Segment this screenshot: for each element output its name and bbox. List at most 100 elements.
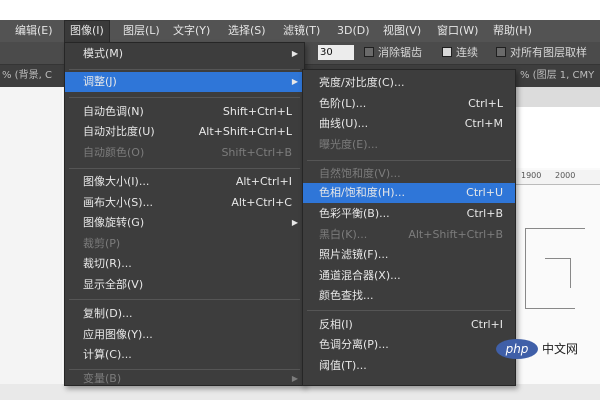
menu-item-label: 通道混合器(X)... bbox=[319, 269, 401, 282]
document-canvas bbox=[515, 168, 600, 400]
menu-item-shortcut: Ctrl+I bbox=[470, 318, 503, 331]
menu-item-auto-contrast[interactable]: 自动对比度(U) Alt+Shift+Ctrl+L bbox=[65, 122, 304, 142]
menu-item-shortcut: Alt+Shift+Ctrl+B bbox=[408, 228, 503, 241]
drawing-line bbox=[570, 258, 571, 288]
menu-3d[interactable]: 3D(D) bbox=[332, 20, 375, 42]
menu-item-label: 曲线(U)... bbox=[319, 117, 369, 130]
drawing-line bbox=[545, 258, 570, 259]
menu-item-apply-image[interactable]: 应用图像(Y)... bbox=[65, 325, 304, 345]
menu-help[interactable]: 帮助(H) bbox=[488, 20, 537, 42]
menu-item-invert[interactable]: 反相(I) Ctrl+I bbox=[303, 315, 515, 335]
menu-separator bbox=[307, 310, 511, 311]
menu-item-curves[interactable]: 曲线(U)... Ctrl+M bbox=[303, 114, 515, 134]
canvas-left-area bbox=[0, 87, 62, 400]
menu-window[interactable]: 窗口(W) bbox=[432, 20, 483, 42]
all-layers-checkbox[interactable] bbox=[496, 47, 506, 57]
menu-item-crop[interactable]: 裁剪(P) bbox=[65, 234, 304, 254]
site-watermark: php 中文网 bbox=[496, 337, 594, 361]
menu-item-shortcut: Alt+Shift+Ctrl+L bbox=[198, 125, 292, 138]
drawing-line bbox=[525, 228, 585, 229]
submenu-arrow-icon: ▶ bbox=[291, 374, 298, 383]
horizontal-ruler: 1900 2000 bbox=[515, 170, 600, 185]
menu-item-label: 曝光度(E)... bbox=[319, 138, 379, 151]
all-layers-label: 对所有图层取样 bbox=[510, 46, 587, 59]
menu-item-brightness-contrast[interactable]: 亮度/对比度(C)... bbox=[303, 73, 515, 93]
menu-separator bbox=[69, 168, 300, 169]
ruler-label: 1900 bbox=[521, 171, 542, 180]
menu-edit[interactable]: 编辑(E) bbox=[10, 20, 58, 42]
menu-item-label: 阈值(T)... bbox=[319, 359, 367, 372]
submenu-arrow-icon: ▶ bbox=[291, 77, 298, 86]
menu-type[interactable]: 文字(Y) bbox=[168, 20, 215, 42]
menu-separator bbox=[69, 369, 300, 370]
menu-item-channel-mixer[interactable]: 通道混合器(X)... bbox=[303, 266, 515, 286]
menu-item-adjustments[interactable]: 调整(J) ▶ bbox=[65, 72, 304, 92]
menu-item-exposure[interactable]: 曝光度(E)... bbox=[303, 135, 515, 155]
menu-item-color-lookup[interactable]: 颜色查找... bbox=[303, 286, 515, 306]
anti-alias-checkbox[interactable] bbox=[364, 47, 374, 57]
menu-item-label: 图像大小(I)... bbox=[83, 175, 150, 188]
menu-item-label: 自动颜色(O) bbox=[83, 146, 145, 159]
menu-separator bbox=[69, 97, 300, 98]
menu-item-shortcut: Ctrl+M bbox=[464, 117, 503, 130]
menu-item-label: 颜色查找... bbox=[319, 289, 374, 302]
menu-item-mode[interactable]: 模式(M) ▶ bbox=[65, 44, 304, 64]
document-tab-1[interactable]: % (背景, C bbox=[2, 65, 52, 87]
menu-image[interactable]: 图像(I) bbox=[64, 20, 110, 42]
menu-item-label: 画布大小(S)... bbox=[83, 196, 154, 209]
ruler-label: 2000 bbox=[555, 171, 576, 180]
menu-bar: 编辑(E) 图像(I) 图层(L) 文字(Y) 选择(S) 滤镜(T) 3D(D… bbox=[0, 20, 600, 43]
menu-item-auto-color[interactable]: 自动颜色(O) Shift+Ctrl+B bbox=[65, 143, 304, 163]
menu-item-canvas-size[interactable]: 画布大小(S)... Alt+Ctrl+C bbox=[65, 193, 304, 213]
menu-item-trim[interactable]: 裁切(R)... bbox=[65, 254, 304, 274]
menu-select[interactable]: 选择(S) bbox=[223, 20, 271, 42]
menu-item-shortcut: Alt+Ctrl+I bbox=[235, 175, 292, 188]
menu-item-label: 图像旋转(G) bbox=[83, 216, 145, 229]
menu-item-image-rotation[interactable]: 图像旋转(G) ▶ bbox=[65, 213, 304, 233]
menu-separator bbox=[69, 69, 300, 70]
menu-item-posterize[interactable]: 色调分离(P)... bbox=[303, 335, 515, 355]
menu-item-color-balance[interactable]: 色彩平衡(B)... Ctrl+B bbox=[303, 204, 515, 224]
menu-item-label: 显示全部(V) bbox=[83, 278, 144, 291]
menu-item-shortcut: Ctrl+U bbox=[466, 186, 503, 199]
tolerance-input[interactable]: 30 bbox=[318, 45, 354, 60]
menu-item-duplicate[interactable]: 复制(D)... bbox=[65, 304, 304, 324]
menu-item-levels[interactable]: 色阶(L)... Ctrl+L bbox=[303, 94, 515, 114]
menu-item-shortcut: Alt+Ctrl+C bbox=[231, 196, 292, 209]
menu-filter[interactable]: 滤镜(T) bbox=[278, 20, 325, 42]
menu-item-calculations[interactable]: 计算(C)... bbox=[65, 345, 304, 365]
menu-item-reveal-all[interactable]: 显示全部(V) bbox=[65, 275, 304, 295]
menu-item-shortcut: Ctrl+B bbox=[466, 207, 503, 220]
menu-item-label: 亮度/对比度(C)... bbox=[319, 76, 405, 89]
drawing-line bbox=[525, 308, 575, 309]
anti-alias-label: 消除锯齿 bbox=[378, 46, 422, 59]
menu-item-label: 色调分离(P)... bbox=[319, 338, 389, 351]
submenu-arrow-icon: ▶ bbox=[291, 218, 298, 227]
menu-separator bbox=[307, 160, 511, 161]
document-tab-area bbox=[515, 87, 600, 107]
document-tab-2[interactable]: % (图层 1, CMY bbox=[520, 65, 594, 87]
menu-item-variables[interactable]: 变量(B) ▶ bbox=[65, 372, 304, 384]
menu-item-label: 变量(B) bbox=[83, 372, 122, 384]
submenu-arrow-icon: ▶ bbox=[291, 49, 298, 58]
adjustments-submenu: 亮度/对比度(C)... 色阶(L)... Ctrl+L 曲线(U)... Ct… bbox=[302, 69, 516, 386]
menu-item-vibrance[interactable]: 自然饱和度(V)... bbox=[303, 164, 515, 184]
image-menu: 模式(M) ▶ 调整(J) ▶ 自动色调(N) Shift+Ctrl+L 自动对… bbox=[64, 42, 305, 386]
menu-item-label: 色阶(L)... bbox=[319, 97, 367, 110]
drawing-line bbox=[525, 228, 526, 308]
menu-item-threshold[interactable]: 阈值(T)... bbox=[303, 356, 515, 376]
menu-item-shortcut: Shift+Ctrl+B bbox=[221, 146, 292, 159]
menu-separator bbox=[69, 299, 300, 300]
contiguous-checkbox[interactable] bbox=[442, 47, 452, 57]
menu-item-label: 应用图像(Y)... bbox=[83, 328, 153, 341]
menu-item-auto-tone[interactable]: 自动色调(N) Shift+Ctrl+L bbox=[65, 102, 304, 122]
menu-item-photo-filter[interactable]: 照片滤镜(F)... bbox=[303, 245, 515, 265]
menu-layer[interactable]: 图层(L) bbox=[118, 20, 165, 42]
menu-item-label: 色相/饱和度(H)... bbox=[319, 186, 406, 199]
watermark-text: 中文网 bbox=[542, 342, 579, 356]
menu-item-shortcut: Shift+Ctrl+L bbox=[222, 105, 292, 118]
menu-item-black-white[interactable]: 黑白(K)... Alt+Shift+Ctrl+B bbox=[303, 225, 515, 245]
menu-item-hue-saturation[interactable]: 色相/饱和度(H)... Ctrl+U bbox=[303, 183, 515, 203]
menu-view[interactable]: 视图(V) bbox=[378, 20, 426, 42]
menu-item-image-size[interactable]: 图像大小(I)... Alt+Ctrl+I bbox=[65, 172, 304, 192]
